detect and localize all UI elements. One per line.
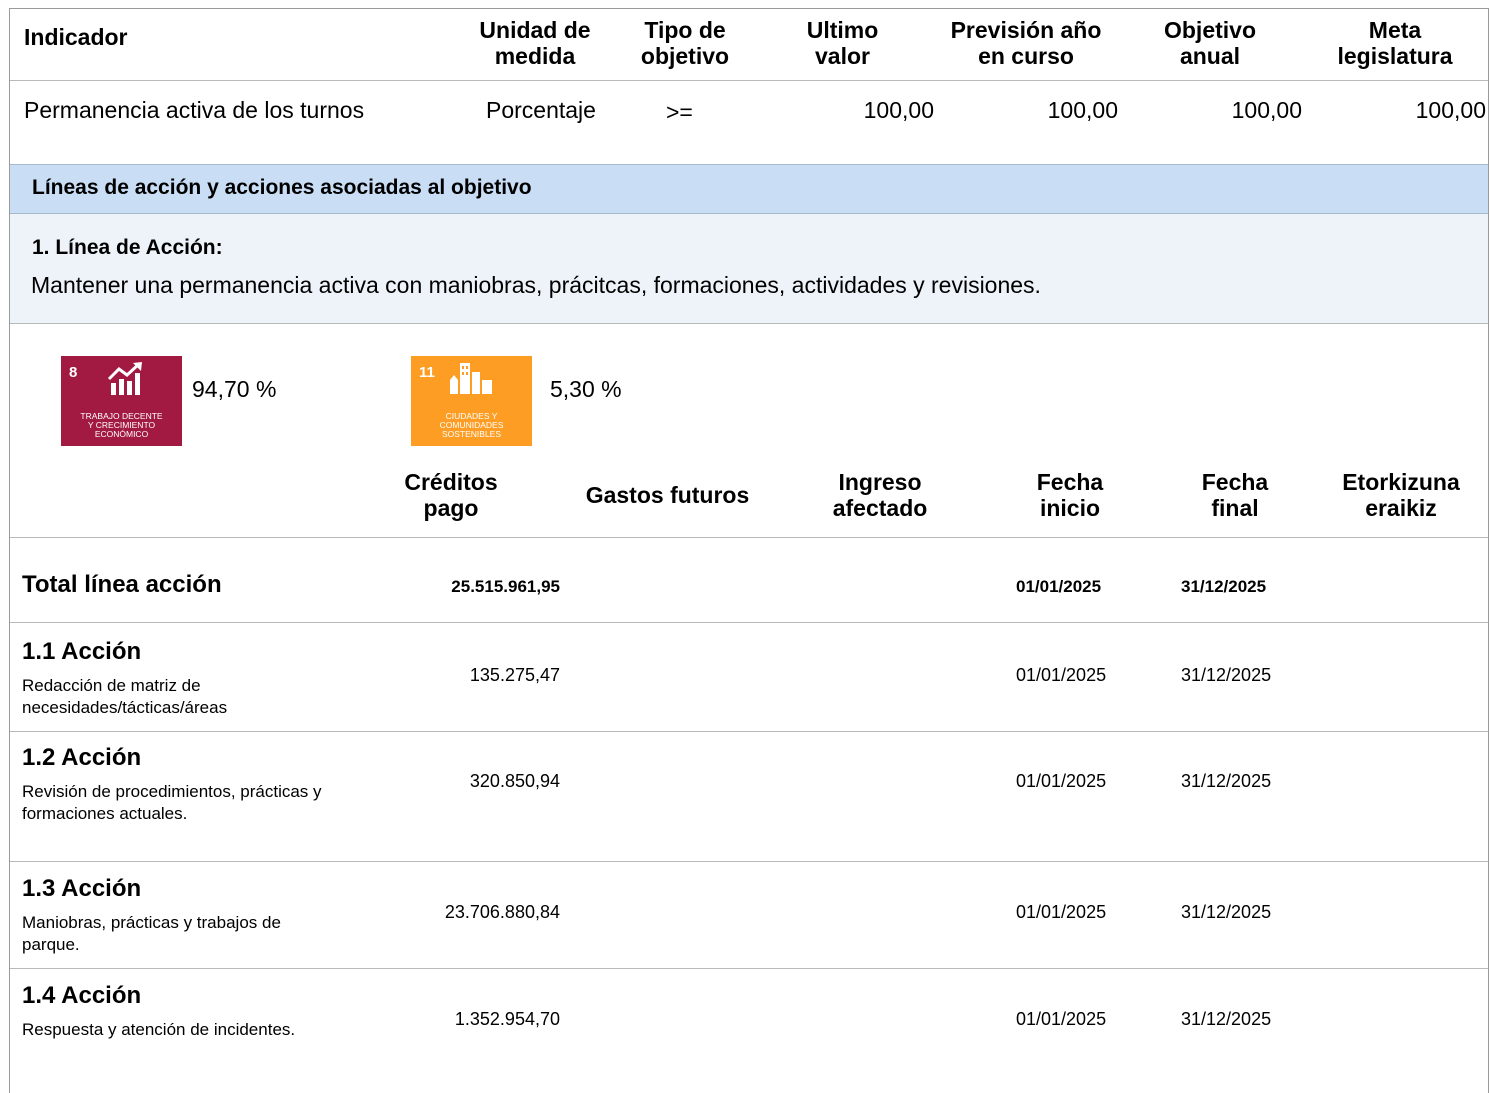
- accion-description: Respuesta y atención de incidentes.: [22, 1020, 296, 1039]
- header-objetivo-line2: anual: [1179, 43, 1241, 69]
- ods-8-label: TRABAJO DECENTE Y CRECIMIENTO ECONÓMICO: [61, 412, 182, 439]
- city-buildings-icon: [450, 363, 492, 394]
- header-tipo-line2: objetivo: [640, 43, 730, 69]
- total-creditos: 25.515.961,95: [451, 577, 560, 596]
- header-prevision-line1: Previsión año: [950, 17, 1102, 43]
- accion-title: 1.1 Acción: [22, 638, 142, 665]
- row-divider-1: [10, 622, 1488, 623]
- accion-creditos: 1.352.954,70: [454, 1009, 560, 1029]
- header-creditos: Créditos pago: [380, 469, 522, 521]
- accion-fecha-inicio: 01/01/2025: [1016, 902, 1107, 922]
- header-meta-line1: Meta: [1368, 17, 1422, 43]
- header-fecha-inicio-line1: Fecha: [1036, 469, 1104, 495]
- ods-11-label-line3: SOSTENIBLES: [441, 429, 502, 439]
- header-unidad-line1: Unidad de: [479, 17, 591, 43]
- header-tipo-line1: Tipo de: [644, 17, 726, 43]
- header-fecha-inicio: Fecha inicio: [1000, 469, 1140, 521]
- accion-title: 1.3 Acción: [22, 875, 142, 902]
- accion-fecha-inicio: 01/01/2025: [1016, 665, 1107, 685]
- accion-creditos: 23.706.880,84: [444, 902, 560, 922]
- linea-accion-description: Mantener una permanencia activa con mani…: [31, 272, 1041, 298]
- accion-fecha-inicio: 01/01/2025: [1016, 1009, 1107, 1029]
- header-ultimo-line2: valor: [815, 43, 870, 69]
- accion-fecha-final: 31/12/2025: [1181, 771, 1272, 791]
- header-creditos-line1: Créditos: [404, 469, 498, 495]
- header-etorkizuna-line2: eraikiz: [1365, 495, 1437, 521]
- header-meta-line2: legislatura: [1337, 43, 1453, 69]
- header-ingreso-line2: afectado: [832, 495, 928, 521]
- tipo-value: >=: [666, 99, 693, 125]
- header-ingreso: Ingreso afectado: [800, 469, 960, 521]
- ods-11-number: 11: [419, 364, 435, 381]
- section-band: Líneas de acción y acciones asociadas al…: [10, 164, 1488, 214]
- total-label: Total línea acción: [22, 571, 222, 598]
- objetivo-value: 100,00: [1231, 97, 1302, 123]
- header-gastos: Gastos futuros: [585, 482, 750, 508]
- header-meta: Meta legislatura: [1320, 17, 1470, 69]
- header-divider: [10, 80, 1488, 81]
- header-prevision-line2: en curso: [978, 43, 1074, 69]
- ods-8-label-line3: ECONÓMICO: [94, 429, 149, 439]
- accion-fecha-final: 31/12/2025: [1181, 1009, 1272, 1029]
- header-objetivo: Objetivo anual: [1140, 17, 1280, 69]
- header-unidad-line2: medida: [494, 43, 576, 69]
- linea-accion-title: 1. Línea de Acción:: [32, 236, 223, 259]
- accion-title: 1.4 Acción: [22, 982, 142, 1009]
- header-etorkizuna: Etorkizuna eraikiz: [1320, 469, 1482, 521]
- header-prevision: Previsión año en curso: [926, 17, 1126, 69]
- ods-11-percentage: 5,30 %: [550, 376, 622, 402]
- accion-creditos: 320.850,94: [469, 771, 560, 791]
- row-divider-3: [10, 861, 1488, 862]
- prevision-value: 100,00: [1047, 97, 1118, 123]
- accion-fecha-final: 31/12/2025: [1181, 665, 1272, 685]
- header-unidad: Unidad de medida: [440, 17, 630, 69]
- header-indicador: Indicador: [24, 24, 128, 50]
- header-ultimo: Ultimo valor: [770, 17, 915, 69]
- ods-8-percentage: 94,70 %: [192, 376, 277, 402]
- header-fecha-inicio-line2: inicio: [1039, 495, 1101, 521]
- header-creditos-line2: pago: [423, 495, 479, 521]
- header-fecha-final-line1: Fecha: [1201, 469, 1269, 495]
- row-divider-2: [10, 731, 1488, 732]
- meta-value: 100,00: [1415, 97, 1486, 123]
- header-fecha-final-line2: final: [1211, 495, 1259, 521]
- header-tipo: Tipo de objetivo: [610, 17, 760, 69]
- ods-11-badge: 11 CIUDADES Y COMUNIDADES SOSTENIBLES: [411, 356, 532, 446]
- accion-description: Redacción de matriz de necesidades/tácti…: [22, 676, 228, 717]
- accion-creditos: 135.275,47: [469, 665, 560, 685]
- ultimo-value: 100,00: [863, 97, 934, 123]
- total-fecha-final: 31/12/2025: [1181, 577, 1267, 596]
- header-etorkizuna-line1: Etorkizuna: [1342, 469, 1460, 495]
- total-fecha-inicio: 01/01/2025: [1016, 577, 1102, 596]
- ods-8-badge: 8 TRABAJO DECENTE Y CRECIMIENTO ECONÓMIC…: [61, 356, 182, 446]
- header-ultimo-line1: Ultimo: [806, 17, 879, 43]
- accion-description: Maniobras, prácticas y trabajos de parqu…: [22, 913, 281, 954]
- header-fecha-final: Fecha final: [1165, 469, 1305, 521]
- linea-accion-block: 1. Línea de Acción: Mantener una permane…: [10, 214, 1488, 324]
- row-divider-4: [10, 968, 1488, 969]
- header-objetivo-line1: Objetivo: [1163, 17, 1256, 43]
- accion-description: Revisión de procedimientos, prácticas y …: [22, 782, 322, 823]
- section-band-title: Líneas de acción y acciones asociadas al…: [32, 176, 532, 199]
- budget-header-divider: [10, 537, 1488, 538]
- ods-8-number: 8: [69, 364, 78, 381]
- header-ingreso-line1: Ingreso: [838, 469, 922, 495]
- growth-chart-icon: [107, 362, 142, 395]
- indicador-value: Permanencia activa de los turnos: [24, 97, 365, 123]
- accion-title: 1.2 Acción: [22, 744, 142, 771]
- ods-11-label: CIUDADES Y COMUNIDADES SOSTENIBLES: [411, 412, 532, 439]
- unidad-value: Porcentaje: [486, 97, 596, 123]
- accion-fecha-inicio: 01/01/2025: [1016, 771, 1107, 791]
- accion-fecha-final: 31/12/2025: [1181, 902, 1272, 922]
